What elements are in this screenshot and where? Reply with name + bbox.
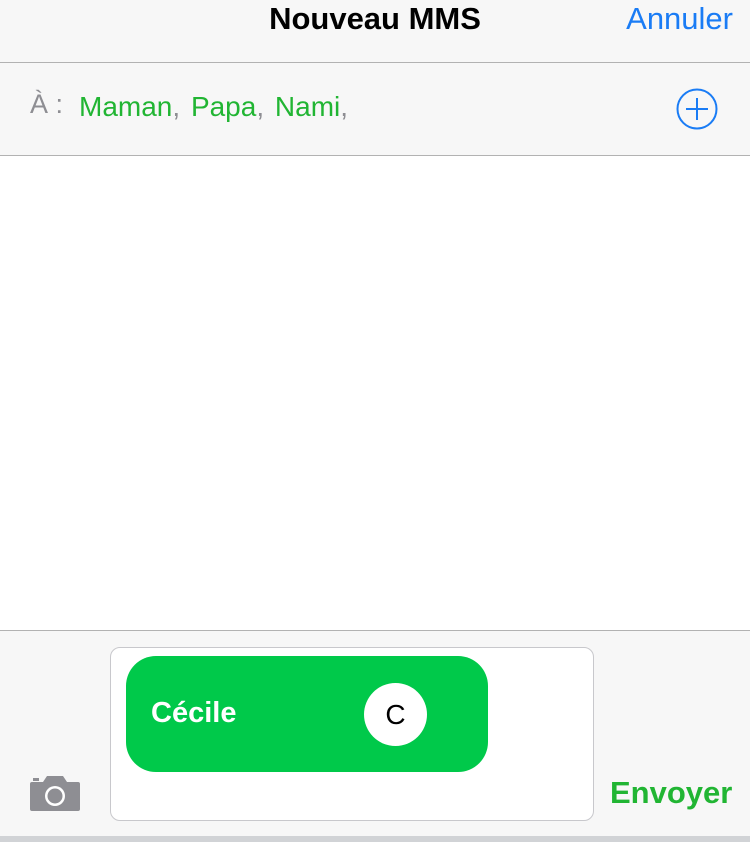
navigation-bar: Nouveau MMS Annuler	[0, 0, 750, 63]
avatar: C	[364, 683, 427, 746]
send-button[interactable]: Envoyer	[610, 775, 732, 811]
recipient-token[interactable]: Papa,	[191, 91, 264, 123]
recipient-name: Nami	[274, 91, 341, 122]
plus-circle-icon	[676, 88, 718, 130]
compose-toolbar: Cécile C Envoyer	[0, 630, 750, 837]
recipient-separator: ,	[172, 91, 181, 122]
add-contact-button[interactable]	[676, 88, 718, 130]
contact-card-name: Cécile	[151, 697, 237, 729]
recipient-separator: ,	[256, 91, 265, 122]
recipient-list: Maman, Papa, Nami,	[79, 91, 351, 123]
message-input[interactable]: Cécile C	[110, 647, 594, 821]
recipients-field[interactable]: À : Maman, Papa, Nami,	[0, 63, 750, 156]
new-mms-screen: Nouveau MMS Annuler À : Maman, Papa, Nam…	[0, 0, 750, 842]
message-thread	[0, 156, 750, 630]
to-label: À :	[30, 89, 64, 119]
recipient-token[interactable]: Nami,	[275, 91, 348, 123]
recipient-token[interactable]: Maman,	[79, 91, 180, 123]
camera-button[interactable]	[28, 773, 82, 813]
cancel-button[interactable]: Annuler	[626, 1, 733, 37]
recipient-separator: ,	[340, 91, 349, 122]
contact-card-attachment[interactable]: Cécile C	[126, 656, 488, 772]
recipient-name: Papa	[190, 91, 257, 122]
camera-icon	[30, 776, 80, 811]
recipient-name: Maman	[79, 91, 173, 122]
keyboard-edge	[0, 836, 750, 842]
